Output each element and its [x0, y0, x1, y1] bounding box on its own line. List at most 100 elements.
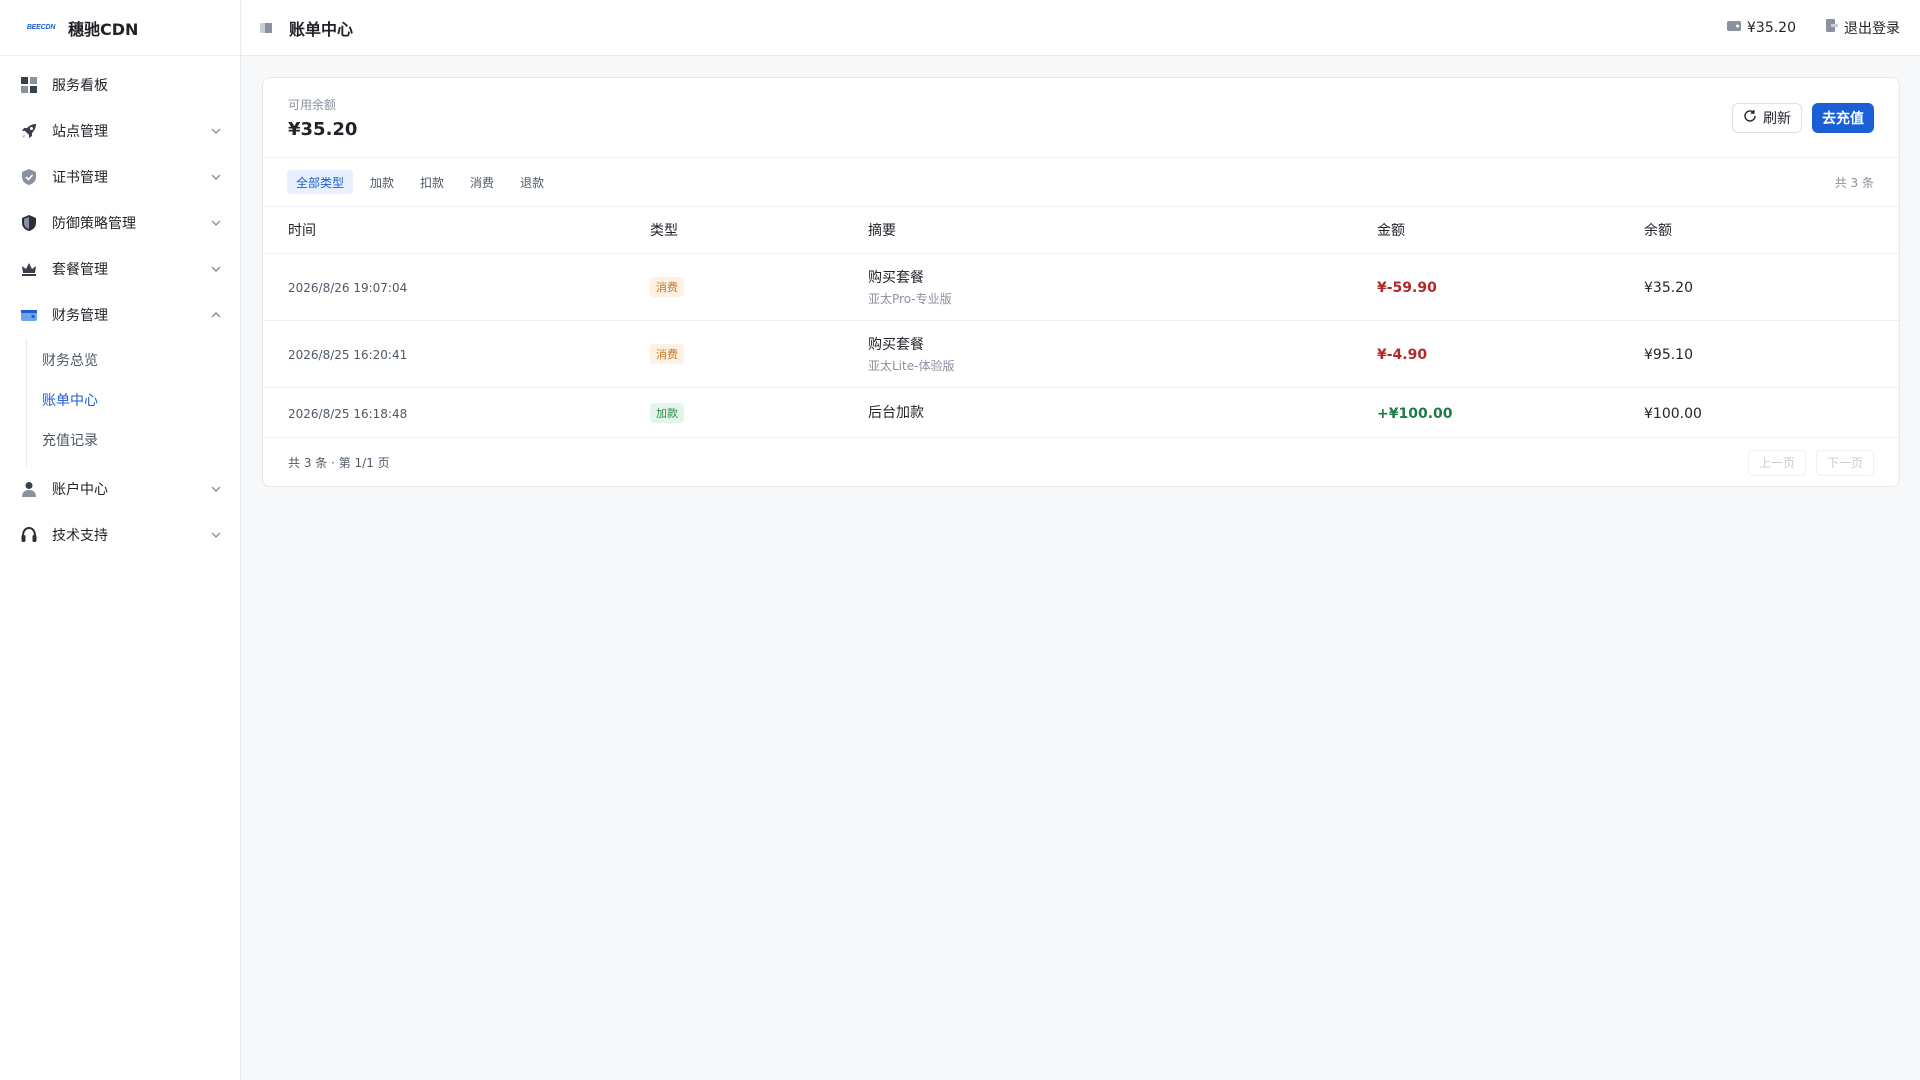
filter-tab-credit[interactable]: 加款 [361, 170, 403, 194]
header-balance[interactable]: ¥35.20 [1727, 20, 1796, 36]
column-header-time: 时间 [263, 207, 650, 254]
chevron-down-icon [210, 171, 222, 183]
pagination-buttons: 上一页 下一页 [1747, 449, 1874, 476]
sidebar-item-finance[interactable]: 财务管理 [0, 292, 240, 338]
cell-time: 2026/8/25 16:18:48 [288, 406, 408, 421]
chevron-down-icon [210, 125, 222, 137]
topbar-actions: ¥35.20 退出登录 [1727, 18, 1900, 38]
chevron-up-icon [210, 309, 222, 321]
recharge-button[interactable]: 去充值 [1812, 102, 1874, 133]
cell-balance: ¥95.10 [1644, 347, 1693, 363]
sidebar-item-label: 服务看板 [52, 78, 108, 94]
column-header-summary: 摘要 [868, 207, 1377, 254]
wallet-icon [19, 305, 39, 325]
cell-amount: +¥100.00 [1377, 405, 1453, 422]
record-count: 共 3 条 [1834, 175, 1874, 190]
balance-value: ¥35.20 [288, 118, 358, 140]
table-row: 2026/8/25 16:20:41 消费 购买套餐 亚太Lite-体验版 ¥-… [263, 320, 1899, 388]
chevron-down-icon [210, 217, 222, 229]
sidebar-item-label: 账户中心 [52, 482, 108, 498]
logout-button[interactable]: 退出登录 [1826, 18, 1900, 38]
sidebar-item-label: 财务管理 [52, 308, 108, 324]
headset-icon [19, 525, 39, 545]
column-header-amount: 金额 [1377, 207, 1644, 254]
chevron-down-icon [210, 483, 222, 495]
filter-tab-debit[interactable]: 扣款 [411, 170, 453, 194]
brand-name: 穗驰CDN [68, 19, 139, 39]
shield-check-icon [19, 167, 39, 187]
cell-summary-detail: 亚太Lite-体验版 [868, 358, 955, 373]
next-page-button[interactable]: 下一页 [1815, 449, 1874, 476]
sidebar-item-account[interactable]: 账户中心 [0, 466, 240, 512]
type-filter-tabs: 全部类型 加款 扣款 消费 退款 [287, 170, 553, 194]
column-header-balance: 余额 [1644, 207, 1899, 254]
column-header-type: 类型 [650, 207, 868, 254]
refresh-button[interactable]: 刷新 [1732, 102, 1802, 133]
cell-summary: 购买套餐 [868, 269, 924, 286]
sidebar-subitem-finance-overview[interactable]: 财务总览 [27, 340, 240, 380]
header-balance-value: ¥35.20 [1747, 19, 1796, 36]
sidebar-item-label: 防御策略管理 [52, 216, 136, 232]
sidebar-item-label: 站点管理 [52, 124, 108, 140]
sidebar-item-support[interactable]: 技术支持 [0, 512, 240, 558]
logout-icon [1826, 19, 1838, 36]
table-header-row: 时间 类型 摘要 金额 余额 [263, 207, 1899, 254]
cell-amount: ¥-59.90 [1377, 280, 1437, 296]
logout-label: 退出登录 [1844, 20, 1900, 37]
chevron-down-icon [210, 529, 222, 541]
bill-table: 时间 类型 摘要 金额 余额 2026/8/26 19:07:04 消费 购买套… [263, 207, 1899, 438]
balance-actions: 刷新 去充值 [1732, 102, 1874, 133]
type-badge: 消费 [650, 344, 684, 364]
type-badge: 消费 [650, 277, 684, 297]
cell-summary: 购买套餐 [868, 336, 924, 353]
brand[interactable]: BEECDN 穗驰CDN [0, 0, 240, 56]
cell-summary: 后台加款 [868, 405, 924, 421]
dashboard-icon [19, 75, 39, 95]
refresh-icon [1743, 109, 1757, 127]
cell-balance: ¥35.20 [1644, 280, 1693, 296]
sidebar-item-label: 套餐管理 [52, 262, 108, 278]
brand-logo: BEECDN [26, 24, 56, 31]
table-row: 2026/8/25 16:18:48 加款 后台加款 +¥100.00 ¥100… [263, 387, 1899, 438]
sidebar-item-defense[interactable]: 防御策略管理 [0, 200, 240, 246]
sidebar-subitem-recharge-records[interactable]: 充值记录 [27, 420, 240, 460]
cell-time: 2026/8/26 19:07:04 [288, 281, 408, 295]
sidebar-menu: 服务看板 站点管理 证书管理 防御策略管理 套餐管理 财务管理 财务总览 账单中… [0, 56, 240, 558]
pagination: 共 3 条 · 第 1/1 页 上一页 下一页 [263, 438, 1899, 488]
filter-tab-refund[interactable]: 退款 [511, 170, 553, 194]
refresh-label: 刷新 [1763, 110, 1791, 127]
table-row: 2026/8/26 19:07:04 消费 购买套餐 亚太Pro-专业版 ¥-5… [263, 253, 1899, 321]
rocket-icon [19, 121, 39, 141]
wallet-icon [1727, 20, 1741, 36]
topbar: 账单中心 ¥35.20 退出登录 [241, 0, 1920, 56]
filter-tab-all[interactable]: 全部类型 [287, 170, 354, 194]
sidebar-toggle-icon[interactable] [259, 21, 273, 35]
sidebar-item-label: 技术支持 [52, 528, 108, 544]
cell-amount: ¥-4.90 [1377, 347, 1428, 363]
sidebar-item-packages[interactable]: 套餐管理 [0, 246, 240, 292]
sidebar: BEECDN 穗驰CDN 服务看板 站点管理 证书管理 防御策略管理 套餐管理 … [0, 0, 241, 1080]
filter-bar: 全部类型 加款 扣款 消费 退款 共 3 条 [263, 158, 1899, 207]
prev-page-button[interactable]: 上一页 [1747, 449, 1806, 476]
balance-header: 可用余额 ¥35.20 刷新 去充值 [263, 78, 1899, 158]
sidebar-item-certs[interactable]: 证书管理 [0, 154, 240, 200]
bill-card: 可用余额 ¥35.20 刷新 去充值 全部类型 加款 扣款 消费 退款 共 3 … [262, 77, 1900, 487]
cell-summary-detail: 亚太Pro-专业版 [868, 291, 952, 306]
cell-balance: ¥100.00 [1644, 405, 1702, 422]
sidebar-item-dashboard[interactable]: 服务看板 [0, 62, 240, 108]
sidebar-item-label: 证书管理 [52, 170, 108, 186]
page-title: 账单中心 [289, 19, 354, 39]
crown-icon [19, 259, 39, 279]
defense-shield-icon [19, 213, 39, 233]
cell-time: 2026/8/25 16:20:41 [288, 348, 408, 362]
finance-submenu: 财务总览 账单中心 充值记录 [26, 338, 240, 466]
type-badge: 加款 [650, 402, 684, 423]
pagination-info: 共 3 条 · 第 1/1 页 [288, 456, 390, 470]
sidebar-item-sites[interactable]: 站点管理 [0, 108, 240, 154]
balance-label: 可用余额 [288, 97, 337, 112]
user-icon [19, 479, 39, 499]
balance-block: 可用余额 ¥35.20 [288, 96, 357, 140]
sidebar-subitem-bill-center[interactable]: 账单中心 [27, 380, 240, 420]
chevron-down-icon [210, 263, 222, 275]
filter-tab-consume[interactable]: 消费 [461, 170, 503, 194]
